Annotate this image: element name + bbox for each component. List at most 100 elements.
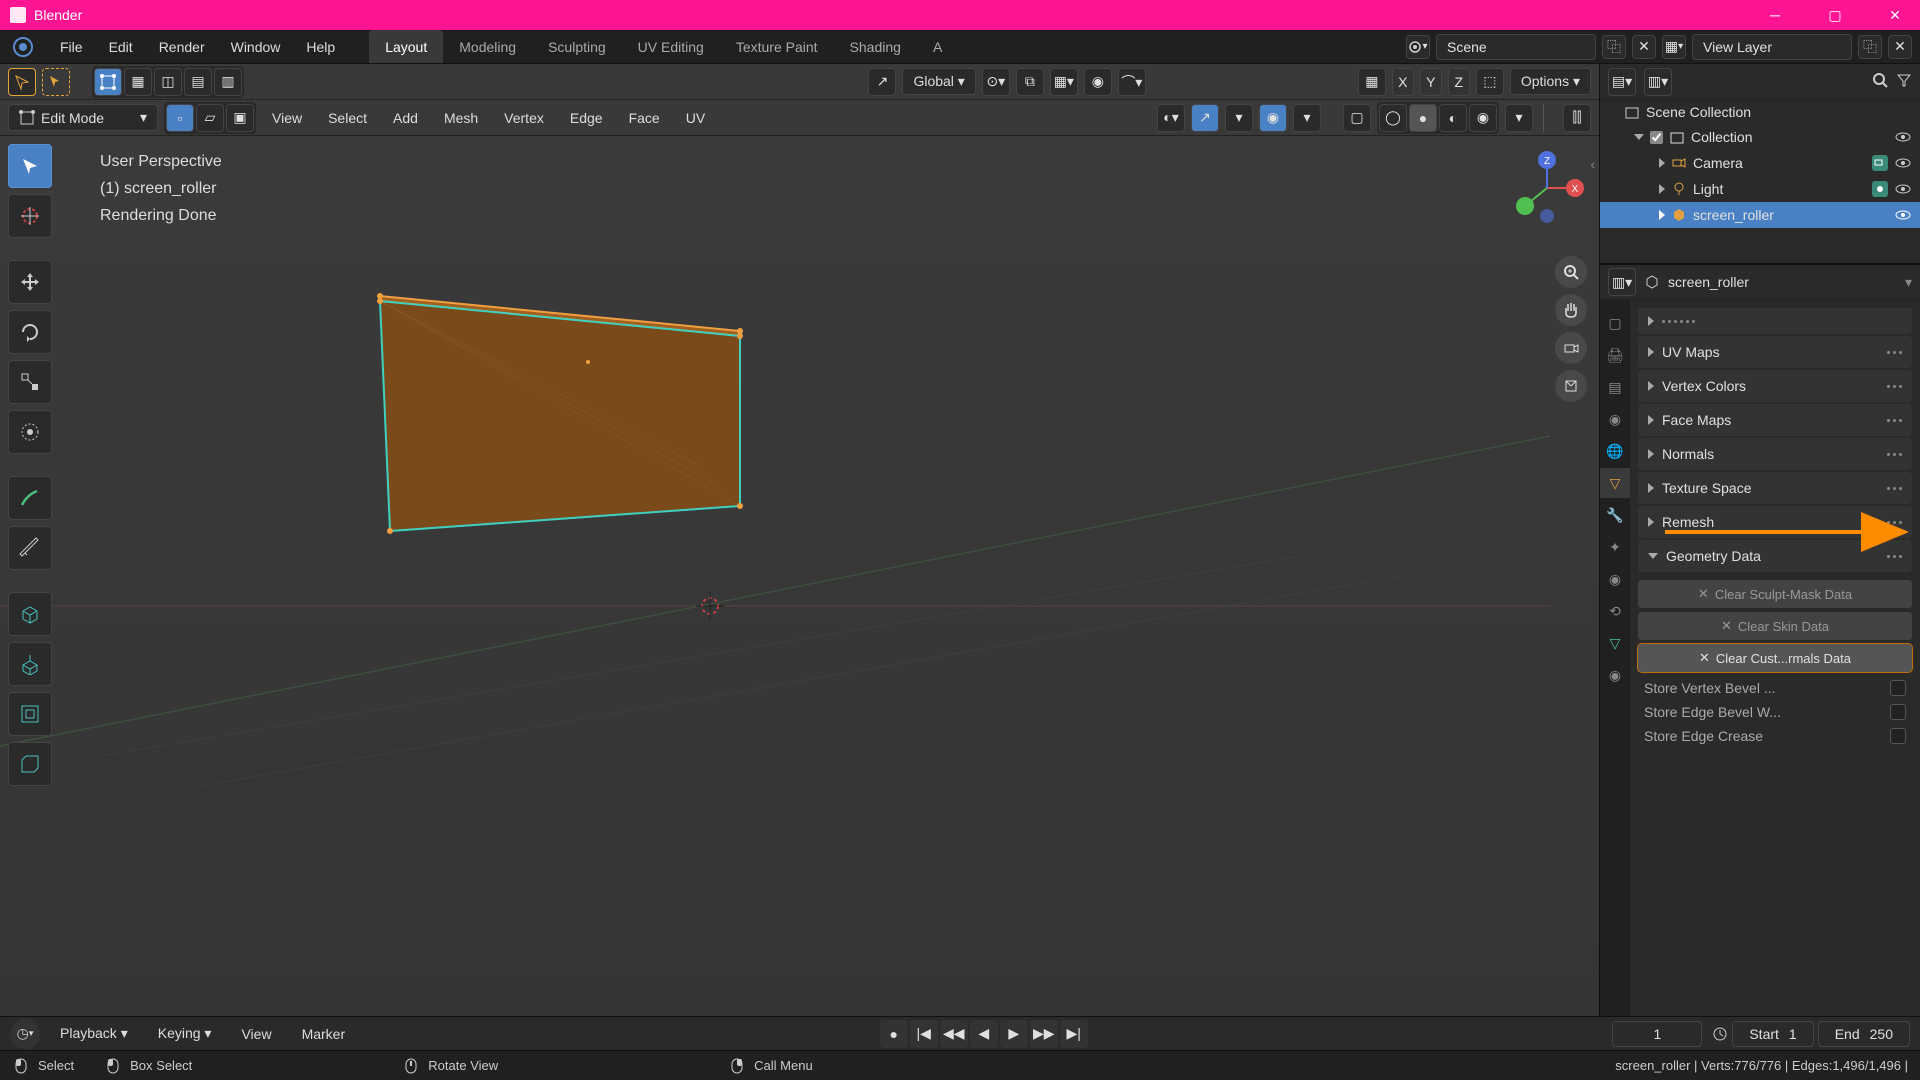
mesh-visibility-dropdown[interactable]: ◐▾	[1157, 104, 1185, 132]
scene-name-field[interactable]: Scene	[1436, 34, 1596, 60]
outliner-scene-collection[interactable]: Scene Collection	[1600, 100, 1920, 124]
blender-logo[interactable]	[8, 32, 38, 62]
shading-rendered[interactable]: ◉	[1469, 104, 1497, 132]
visibility-icon[interactable]	[1894, 154, 1912, 172]
outliner-display-mode[interactable]: ▤▾	[1608, 68, 1636, 96]
select-mode-face[interactable]: ◫	[154, 68, 182, 96]
timeline-playback[interactable]: Playback ▾	[50, 1021, 138, 1046]
current-frame-field[interactable]: 1	[1612, 1021, 1702, 1047]
tool-scale[interactable]	[8, 360, 52, 404]
menu-face[interactable]: Face	[619, 106, 670, 130]
store-edge-bevel-row[interactable]: Store Edge Bevel W...	[1638, 700, 1912, 724]
timeline-keying[interactable]: Keying ▾	[148, 1021, 222, 1046]
menu-window[interactable]: Window	[227, 33, 285, 61]
section-uv-maps[interactable]: UV Maps	[1638, 336, 1912, 368]
tool-extrude[interactable]	[8, 642, 52, 686]
tab-layout[interactable]: Layout	[369, 30, 443, 63]
select-mode-extend2[interactable]: ▥	[214, 68, 242, 96]
section-remesh[interactable]: Remesh	[1638, 506, 1912, 538]
tool-inset[interactable]	[8, 692, 52, 736]
tool-annotate[interactable]	[8, 476, 52, 520]
minimize-button[interactable]: ─	[1760, 0, 1790, 30]
tool-move[interactable]	[8, 260, 52, 304]
select-mode-edge[interactable]: ▦	[124, 68, 152, 96]
camera-view-button[interactable]	[1555, 332, 1587, 364]
tool-bevel[interactable]	[8, 742, 52, 786]
outliner-light[interactable]: Light	[1600, 176, 1920, 202]
clear-sculpt-mask-button[interactable]: ✕Clear Sculpt-Mask Data	[1638, 580, 1912, 608]
show-overlays-toggle[interactable]: ◉	[1259, 104, 1287, 132]
prop-tab-mesh[interactable]: ▽	[1600, 628, 1630, 658]
mirror-x[interactable]: X	[1392, 68, 1414, 96]
show-gizmo-toggle[interactable]: ↗	[1191, 104, 1219, 132]
snap-target-dropdown[interactable]: ▦▾	[1050, 68, 1078, 96]
select-mode-extend[interactable]: ▤	[184, 68, 212, 96]
pan-button[interactable]	[1555, 294, 1587, 326]
snap-toggle[interactable]: ⧉	[1016, 68, 1044, 96]
tab-texture-paint[interactable]: Texture Paint	[720, 30, 834, 63]
outliner-search[interactable]	[1872, 72, 1888, 91]
prop-tab-material[interactable]: ◉	[1600, 660, 1630, 690]
menu-file[interactable]: File	[56, 33, 87, 61]
tool-add-cube[interactable]	[8, 592, 52, 636]
section-face-maps[interactable]: Face Maps	[1638, 404, 1912, 436]
menu-help[interactable]: Help	[302, 33, 339, 61]
select-mode-face-2[interactable]: ▣	[226, 104, 254, 132]
prop-tab-constraints[interactable]: ⟲	[1600, 596, 1630, 626]
view-layer-field[interactable]: View Layer	[1692, 34, 1852, 60]
prop-tab-viewlayer[interactable]: ▤	[1600, 372, 1630, 402]
menu-vertex[interactable]: Vertex	[494, 106, 554, 130]
mirror-y[interactable]: Y	[1420, 68, 1442, 96]
clear-custom-normals-button[interactable]: ✕Clear Cust...rmals Data	[1638, 644, 1912, 672]
shading-wireframe[interactable]: ◯	[1379, 104, 1407, 132]
store-edge-crease-row[interactable]: Store Edge Crease	[1638, 724, 1912, 748]
visibility-icon[interactable]	[1894, 128, 1912, 146]
clear-skin-data-button[interactable]: ✕Clear Skin Data	[1638, 612, 1912, 640]
outliner-collection[interactable]: Collection	[1600, 124, 1920, 150]
tab-uv-editing[interactable]: UV Editing	[622, 30, 720, 63]
outliner-filter[interactable]	[1896, 72, 1912, 91]
tool-transform[interactable]	[8, 410, 52, 454]
tool-cursor[interactable]	[8, 194, 52, 238]
mirror-z[interactable]: Z	[1448, 68, 1470, 96]
tool-rotate[interactable]	[8, 310, 52, 354]
proportional-falloff-dropdown[interactable]: ⌒▾	[1118, 68, 1146, 96]
select-mode-vertex[interactable]	[94, 68, 122, 96]
navigation-gizmo[interactable]: X Z	[1507, 148, 1587, 228]
select-mode-vert-2[interactable]: ▫	[166, 104, 194, 132]
overlays-dropdown[interactable]: ▾	[1293, 104, 1321, 132]
mode-dropdown[interactable]: Edit Mode ▾	[8, 104, 158, 131]
browse-scene-button[interactable]: ▾	[1406, 35, 1430, 59]
xray-toggle[interactable]: ▢	[1343, 104, 1371, 132]
transform-orient-icon[interactable]: ↗	[868, 68, 896, 96]
prop-tab-world[interactable]: 🌐	[1600, 436, 1630, 466]
store-vertex-bevel-row[interactable]: Store Vertex Bevel ...	[1638, 676, 1912, 700]
tab-shading[interactable]: Shading	[834, 30, 917, 63]
tab-sculpting[interactable]: Sculpting	[532, 30, 622, 63]
prop-tab-scene[interactable]: ◉	[1600, 404, 1630, 434]
menu-view[interactable]: View	[262, 106, 312, 130]
browse-view-layer-button[interactable]: ▦▾	[1662, 35, 1686, 59]
prop-tab-object-data[interactable]: ▽	[1600, 468, 1630, 498]
tool-measure[interactable]	[8, 526, 52, 570]
section-geometry-data[interactable]: Geometry Data	[1638, 540, 1912, 572]
new-view-layer-button[interactable]: ⿻	[1858, 35, 1882, 59]
outliner-screen-roller[interactable]: screen_roller	[1600, 202, 1920, 228]
timeline-editor-type[interactable]: ◷▾	[10, 1019, 40, 1049]
visibility-icon[interactable]	[1894, 180, 1912, 198]
menu-render[interactable]: Render	[155, 33, 209, 61]
pivot-dropdown[interactable]: ⊙▾	[982, 68, 1010, 96]
shading-dropdown[interactable]: ▾	[1505, 104, 1533, 132]
section-vertex-colors[interactable]: Vertex Colors	[1638, 370, 1912, 402]
menu-add[interactable]: Add	[383, 106, 428, 130]
properties-editor-type[interactable]: ▥▾	[1608, 268, 1636, 296]
keyframe-next-button[interactable]: ▶▶	[1030, 1020, 1058, 1048]
tab-modeling[interactable]: Modeling	[443, 30, 532, 63]
menu-edit[interactable]: Edit	[105, 33, 137, 61]
menu-uv[interactable]: UV	[676, 106, 715, 130]
pin-button[interactable]: ⫿⫿	[1563, 104, 1591, 132]
reveal-sidebar-button[interactable]: ‹	[1590, 156, 1595, 172]
start-frame-field[interactable]: Start1	[1732, 1021, 1813, 1047]
shading-lookdev[interactable]: ◐	[1439, 104, 1467, 132]
jump-start-button[interactable]: |◀	[910, 1020, 938, 1048]
